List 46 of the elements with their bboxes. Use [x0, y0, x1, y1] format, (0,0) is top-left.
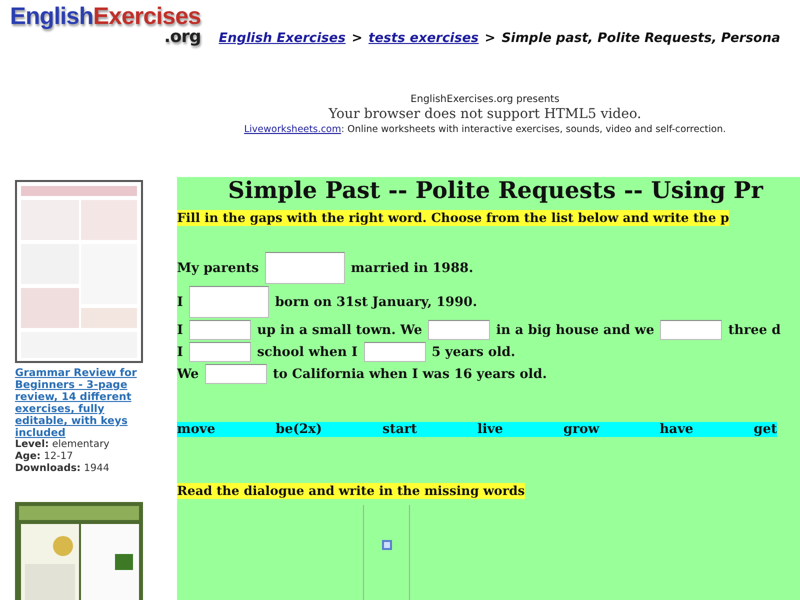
sentence-text: to California when I was 16 years old.: [272, 366, 547, 382]
sentence-text: 5 years old.: [432, 344, 516, 360]
gap-input[interactable]: [204, 364, 267, 384]
sentence-text: in a big house and we: [496, 322, 654, 338]
word-bank-word: be(2x): [276, 422, 322, 437]
broken-image-icon: [382, 540, 392, 550]
gap-input[interactable]: [660, 320, 722, 340]
sentence-text: We: [177, 366, 199, 382]
breadcrumb-link[interactable]: tests exercises: [368, 31, 479, 46]
sentence-text: up in a small town. We: [257, 322, 422, 338]
sentence-text: I: [177, 294, 184, 310]
worksheet-link[interactable]: Grammar Review for Beginners - 3-page review, 14 different exercises, fully editable, with keys included: [15, 367, 155, 439]
gap-input[interactable]: [264, 252, 345, 284]
sentence-text: married in 1988.: [350, 260, 474, 276]
word-bank-word: grow: [563, 422, 600, 437]
video-message: Your browser does not support HTML5 video.: [328, 107, 642, 122]
breadcrumb-separator: >: [484, 31, 496, 46]
sentence-text: I: [177, 322, 184, 338]
downloads-text: Downloads: 1944: [15, 463, 110, 475]
sentence-text: I: [177, 344, 184, 360]
tagline-text: : Online worksheets with interactive exercises, sounds, video and self-correction.: [341, 123, 726, 137]
word-bank-word: get: [754, 422, 777, 437]
sentence-text: born on 31st January, 1990.: [275, 294, 478, 310]
level-text: Level: elementary: [15, 439, 110, 451]
word-bank-word: move: [177, 422, 216, 437]
gap-input[interactable]: [189, 286, 270, 318]
instruction-text: Fill in the gaps with the right word. Choose from the list below and write the p: [177, 210, 730, 226]
gap-input[interactable]: [364, 342, 426, 362]
worksheet-title: Simple Past -- Polite Requests -- Using Pr: [227, 177, 764, 205]
sentence-text: three d: [728, 322, 781, 338]
gap-input[interactable]: [189, 320, 252, 340]
dialogue-instruction: Read the dialogue and write in the missing words: [177, 483, 525, 499]
gap-input[interactable]: [189, 342, 252, 362]
word-bank-word: live: [477, 422, 504, 437]
age-text: Age: 12-17: [15, 451, 74, 463]
site-logo[interactable]: EnglishExercises .org: [10, 4, 201, 45]
presents-text: EnglishExercises.org presents: [410, 93, 560, 107]
word-bank-word: have: [660, 422, 694, 437]
sentence-text: My parents: [177, 260, 259, 276]
gap-input[interactable]: [428, 320, 490, 340]
breadcrumb-separator: >: [352, 31, 363, 46]
breadcrumb-current: Simple past, Polite Requests, Persona: [502, 31, 780, 46]
sentence-text: school when I: [257, 344, 358, 360]
breadcrumb-link[interactable]: English Exercises: [218, 31, 346, 46]
liveworksheets-link[interactable]: Liveworksheets.com: [244, 122, 342, 137]
word-bank-word: start: [382, 422, 418, 437]
